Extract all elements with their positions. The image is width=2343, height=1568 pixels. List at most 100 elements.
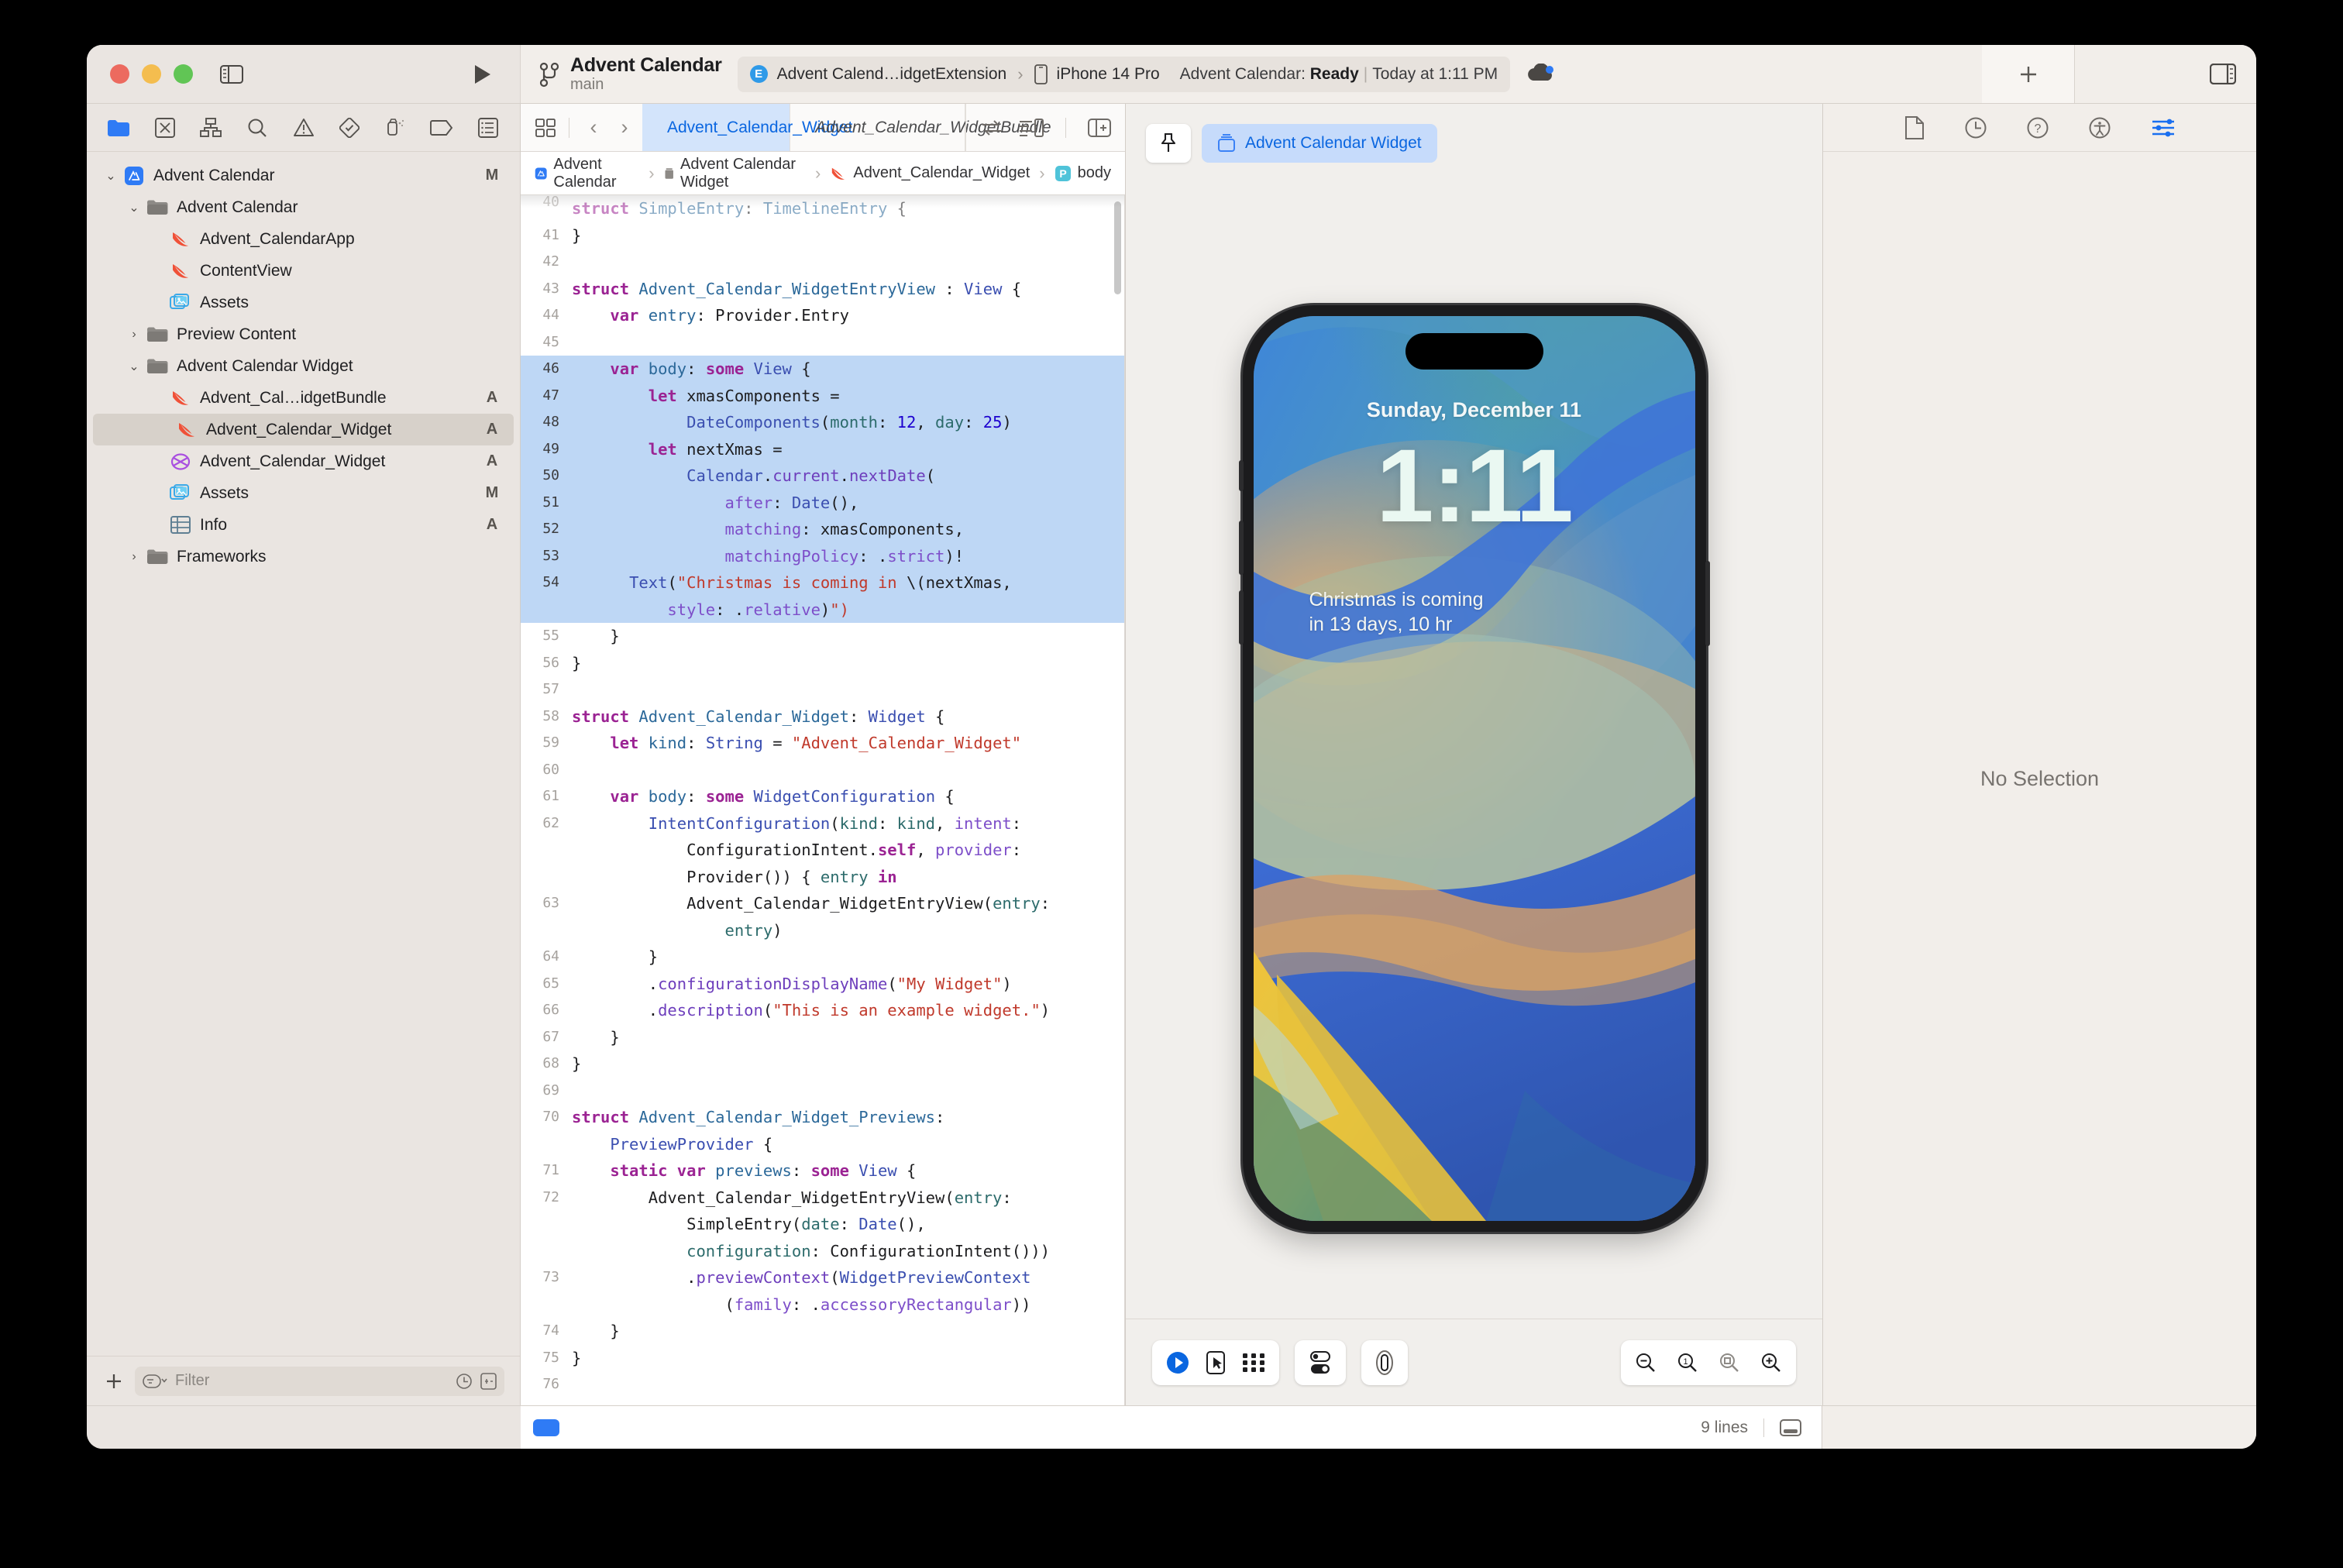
code-line[interactable]: 47 let xmasComponents = xyxy=(521,382,1124,409)
breakpoint-navigator-tab[interactable] xyxy=(430,115,453,141)
code-line[interactable]: 59 let kind: String = "Advent_Calendar_W… xyxy=(521,730,1124,757)
code-line[interactable]: 45 xyxy=(521,329,1124,356)
code-line[interactable]: Provider()) { entry in xyxy=(521,864,1124,891)
traffic-light-buttons[interactable] xyxy=(110,64,193,84)
tree-item[interactable]: › Frameworks xyxy=(87,541,520,573)
code-line[interactable]: 40 struct SimpleEntry: TimelineEntry { xyxy=(521,195,1124,222)
zoom-button[interactable] xyxy=(174,64,193,84)
code-line[interactable]: configuration: ConfigurationIntent())) xyxy=(521,1238,1124,1265)
tree-item[interactable]: Advent_Calendar_Widget A xyxy=(93,414,514,445)
breadcrumb-item-group[interactable]: Advent Calendar Widget xyxy=(664,156,806,191)
code-line[interactable]: 51 after: Date(), xyxy=(521,489,1124,516)
tree-item[interactable]: › Preview Content xyxy=(87,318,520,350)
test-navigator-tab[interactable] xyxy=(338,115,361,141)
code-line[interactable]: 70 struct Advent_Calendar_Widget_Previews… xyxy=(521,1104,1124,1131)
tree-item[interactable]: ContentView xyxy=(87,255,520,287)
code-line[interactable]: 53 matchingPolicy: .strict)! xyxy=(521,542,1124,569)
editor-vertical-scrollbar[interactable] xyxy=(1114,201,1121,294)
tree-item[interactable]: ⌄ Advent Calendar Widget xyxy=(87,350,520,382)
code-line[interactable]: 56} xyxy=(521,650,1124,677)
appearance-toggle-button[interactable] xyxy=(1309,1350,1332,1375)
code-line[interactable]: 66 .description("This is an example widg… xyxy=(521,997,1124,1024)
chevron-right-icon[interactable]: › xyxy=(124,328,144,342)
zoom-to-fit-button[interactable] xyxy=(1719,1352,1740,1374)
code-line[interactable]: 76 xyxy=(521,1371,1124,1398)
go-back-icon[interactable]: ‹ xyxy=(580,112,607,143)
scheme-selector[interactable]: Advent Calendar main xyxy=(539,55,722,93)
code-line[interactable]: SimpleEntry(date: Date(), xyxy=(521,1211,1124,1238)
code-line[interactable]: PreviewProvider { xyxy=(521,1131,1124,1158)
code-line[interactable]: entry) xyxy=(521,917,1124,944)
iphone-device-mockup[interactable]: Sunday, December 11 1:11 Christmas is co… xyxy=(1238,305,1710,1232)
breadcrumb-item-project[interactable]: Advent Calendar xyxy=(535,156,639,191)
code-line[interactable]: 42 xyxy=(521,249,1124,276)
code-line[interactable]: style: .relative)") xyxy=(521,596,1124,623)
code-editor[interactable]: 40 struct SimpleEntry: TimelineEntry {41}… xyxy=(521,195,1125,1405)
run-destination-and-status-bar[interactable]: E Advent Calend…idgetExtension › iPhone … xyxy=(737,56,1511,92)
accessibility-inspector-tab[interactable] xyxy=(2089,117,2111,139)
code-line[interactable]: 61 var body: some WidgetConfiguration { xyxy=(521,783,1124,810)
find-navigator-tab[interactable] xyxy=(246,115,269,141)
project-navigator-tab[interactable] xyxy=(107,115,130,141)
issue-navigator-tab[interactable] xyxy=(292,115,315,141)
code-line[interactable]: 58 struct Advent_Calendar_Widget: Widget … xyxy=(521,703,1124,731)
toggle-debug-area-icon[interactable] xyxy=(1780,1418,1801,1436)
code-line[interactable]: 62 IntentConfiguration(kind: kind, inten… xyxy=(521,810,1124,837)
code-line[interactable]: 72 Advent_Calendar_WidgetEntryView(entry… xyxy=(521,1185,1124,1212)
report-navigator-tab[interactable] xyxy=(477,115,500,141)
preview-name-chip[interactable]: Advent Calendar Widget xyxy=(1202,124,1437,163)
device-bezel-button[interactable] xyxy=(1375,1350,1394,1375)
tree-item[interactable]: Advent_Calendar_Widget A xyxy=(87,445,520,477)
code-line[interactable]: 75} xyxy=(521,1345,1124,1372)
go-forward-icon[interactable]: › xyxy=(611,112,638,143)
preview-stage[interactable]: Sunday, December 11 1:11 Christmas is co… xyxy=(1126,163,1822,1405)
code-line[interactable]: ConfigurationIntent.self, provider: xyxy=(521,837,1124,864)
pin-preview-button[interactable] xyxy=(1146,124,1191,163)
code-line[interactable]: 50 Calendar.current.nextDate( xyxy=(521,462,1124,490)
source-control-navigator-tab[interactable] xyxy=(153,115,177,141)
variants-preview-button[interactable] xyxy=(1242,1353,1265,1373)
quick-help-inspector-tab[interactable]: ? xyxy=(2027,117,2049,139)
code-line[interactable]: 73 .previewContext(WidgetPreviewContext xyxy=(521,1264,1124,1291)
code-line[interactable]: (family: .accessoryRectangular)) xyxy=(521,1291,1124,1319)
add-editor-button[interactable] xyxy=(1982,45,2075,103)
tree-item[interactable]: Assets xyxy=(87,287,520,318)
zoom-in-button[interactable] xyxy=(1760,1352,1782,1374)
code-line[interactable]: 46 var body: some View { xyxy=(521,356,1124,383)
code-line[interactable]: 60 xyxy=(521,757,1124,784)
tree-item[interactable]: Info A xyxy=(87,509,520,541)
code-line[interactable]: 57 xyxy=(521,676,1124,703)
tree-item[interactable]: ⌄ Advent Calendar xyxy=(87,191,520,223)
run-button[interactable] xyxy=(466,59,500,90)
tree-item[interactable]: Assets M xyxy=(87,477,520,509)
toggle-inspector-icon[interactable] xyxy=(2210,64,2236,84)
code-line[interactable]: 69 xyxy=(521,1078,1124,1105)
code-line[interactable]: 49 let nextXmas = xyxy=(521,435,1124,462)
code-line[interactable]: 63 Advent_Calendar_WidgetEntryView(entry… xyxy=(521,890,1124,917)
tree-item[interactable]: Advent_Cal…idgetBundle A xyxy=(87,382,520,414)
code-line[interactable]: 68} xyxy=(521,1050,1124,1078)
chevron-down-icon[interactable]: ⌄ xyxy=(101,168,121,184)
zoom-100-button[interactable]: 1 xyxy=(1677,1352,1698,1374)
symbol-navigator-tab[interactable] xyxy=(200,115,223,141)
code-line[interactable]: 52 matching: xmasComponents, xyxy=(521,516,1124,543)
cloud-status-icon[interactable] xyxy=(1526,63,1555,85)
code-line[interactable]: 54 Text("Christmas is coming in \(nextXm… xyxy=(521,569,1124,597)
zoom-out-button[interactable] xyxy=(1635,1352,1657,1374)
editor-tab-advent-calendar-widget-bundle[interactable]: Advent_Calendar_WidgetBundle xyxy=(790,104,1051,151)
filter-input[interactable]: Filter xyxy=(135,1366,504,1396)
attributes-inspector-tab[interactable] xyxy=(2151,118,2176,138)
breadcrumb-item-symbol[interactable]: P body xyxy=(1055,164,1111,182)
code-line[interactable]: 64 } xyxy=(521,944,1124,971)
code-line[interactable]: 55 } xyxy=(521,623,1124,650)
toggle-navigator-icon[interactable] xyxy=(215,59,249,90)
code-line[interactable]: 65 .configurationDisplayName("My Widget"… xyxy=(521,971,1124,998)
editor-tab-advent-calendar-widget[interactable]: Advent_Calendar_Widget xyxy=(642,104,852,151)
code-line[interactable]: 43 struct Advent_Calendar_WidgetEntryView… xyxy=(521,276,1124,303)
debug-navigator-tab[interactable] xyxy=(384,115,408,141)
chevron-right-icon[interactable]: › xyxy=(124,550,144,564)
code-line[interactable]: 41} xyxy=(521,222,1124,249)
code-line[interactable]: 67 } xyxy=(521,1024,1124,1051)
code-line[interactable]: 48 DateComponents(month: 12, day: 25) xyxy=(521,409,1124,436)
breadcrumb-item-file[interactable]: Advent_Calendar_Widget xyxy=(830,164,1030,182)
